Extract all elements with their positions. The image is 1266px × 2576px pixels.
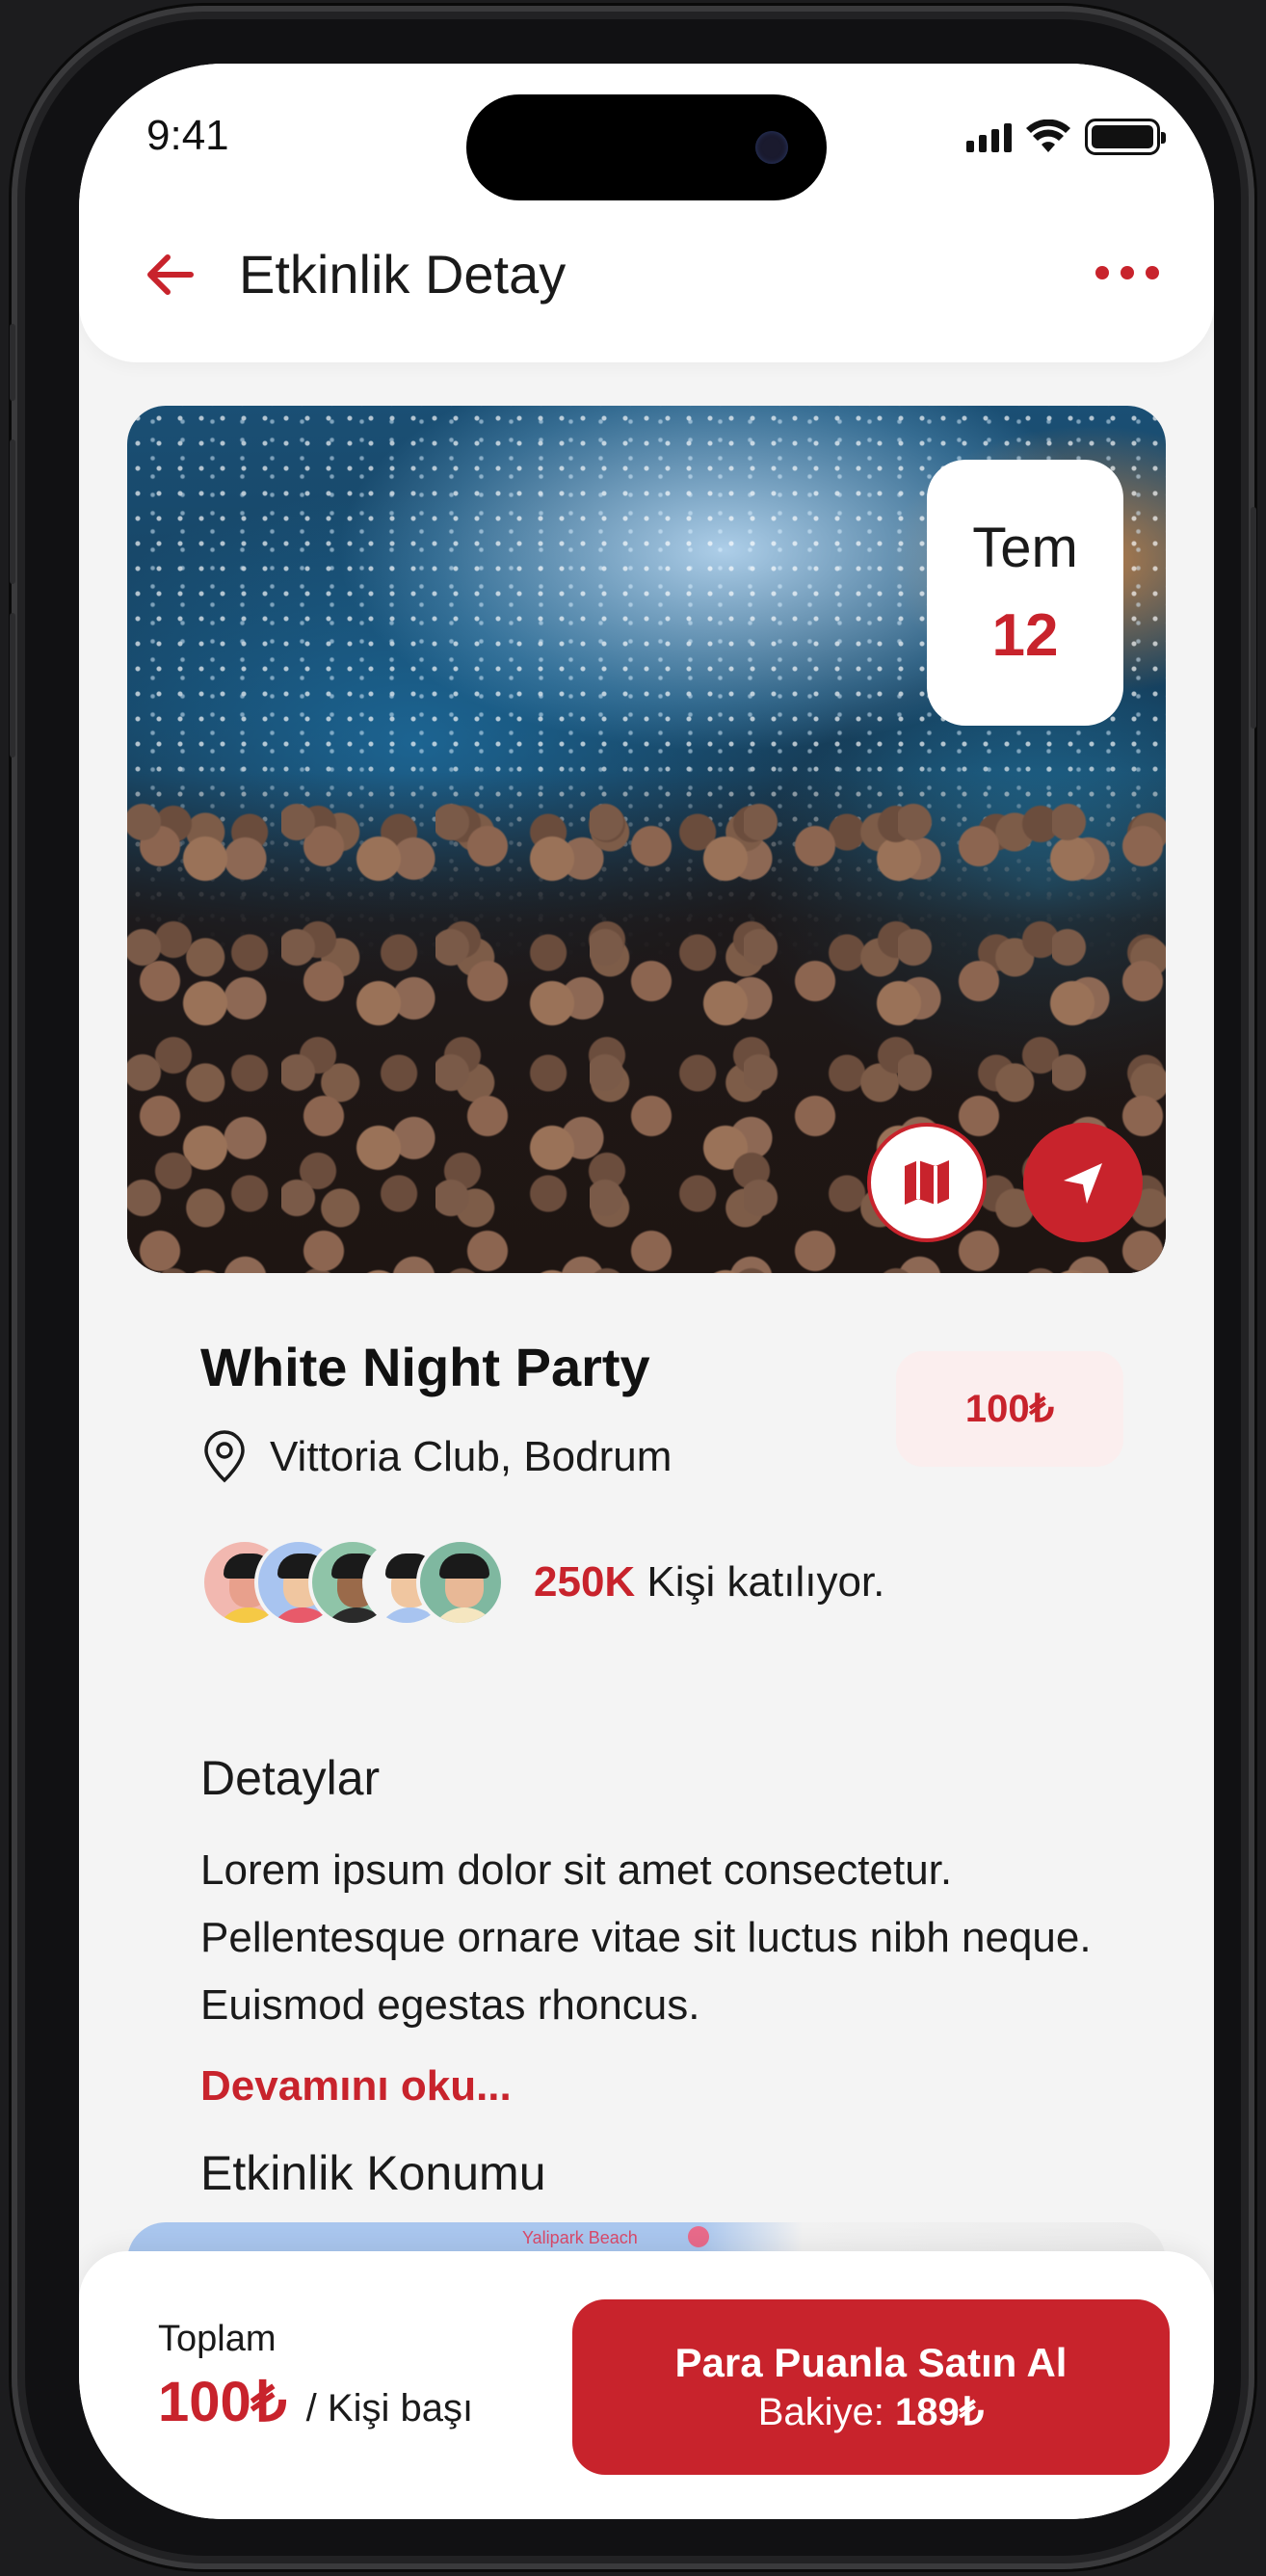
status-time: 9:41 [146,112,229,159]
map-icon [905,1160,949,1205]
volume-up-button [10,439,15,584]
total-amount: 100₺ [158,2371,287,2433]
balance: Bakiye: 189₺ [758,2390,984,2434]
power-button [1251,507,1256,729]
price-badge: 100₺ [896,1351,1123,1467]
balance-value: 189₺ [895,2391,985,2433]
event-location: Vittoria Club, Bodrum [200,1430,672,1484]
battery-icon [1085,119,1166,155]
mute-switch [10,324,15,401]
balance-label: Bakiye: [757,2391,884,2433]
details-heading: Detaylar [200,1751,381,1805]
back-arrow-icon[interactable] [137,241,204,308]
wifi-icon [1026,120,1070,152]
page-title: Etkinlik Detay [239,244,567,305]
header: 9:41 Etkinlik Detay [79,64,1214,362]
attendees-label: Kişi katılıyor. [646,1558,885,1606]
read-more-link[interactable]: Devamını oku... [200,2062,512,2111]
buy-with-points-button[interactable]: Para Puanla Satın Al Bakiye: 189₺ [572,2299,1170,2475]
date-month: Tem [972,517,1078,579]
date-card: Tem 12 [927,460,1123,726]
attendees: 250K Kişi katılıyor. [200,1538,884,1627]
date-day: 12 [991,602,1059,669]
attendees-text: 250K Kişi katılıyor. [534,1558,884,1607]
signal-icon [966,121,1012,152]
attendee-avatar [416,1538,505,1627]
event-title: White Night Party [200,1337,650,1397]
location-pin-icon [204,1430,245,1483]
volume-down-button [10,613,15,757]
dynamic-island [466,94,827,200]
status-icons [966,118,1166,156]
attendees-count: 250K [534,1558,636,1606]
map-pin-icon [688,2226,709,2247]
buy-button-label: Para Puanla Satın Al [674,2340,1068,2385]
location-heading: Etkinlik Konumu [200,2146,546,2200]
screen: 9:41 Etkinlik Detay Tem 12 White Night P… [79,64,1214,2519]
avatar-stack [200,1538,505,1627]
map-place-label: Yalipark Beach [522,2228,638,2247]
camera-icon [755,131,788,164]
total-value: 100₺ / Kişi başı [158,2369,473,2434]
total-unit: / Kişi başı [305,2387,474,2430]
total-label: Toplam [158,2319,277,2359]
navigation-arrow-icon [1064,1163,1102,1204]
crowd-texture [127,772,1166,1273]
navigate-button[interactable] [1023,1123,1143,1242]
location-text: Vittoria Club, Bodrum [270,1433,673,1480]
bottom-bar: Toplam 100₺ / Kişi başı Para Puanla Satı… [79,2251,1214,2519]
details-description: Lorem ipsum dolor sit amet consectetur. … [200,1846,1092,2029]
phone-frame: 9:41 Etkinlik Detay Tem 12 White Night P… [10,6,1256,2569]
map-button[interactable] [867,1123,987,1242]
event-image: Tem 12 [127,406,1166,1273]
more-options-icon[interactable] [1089,258,1166,287]
